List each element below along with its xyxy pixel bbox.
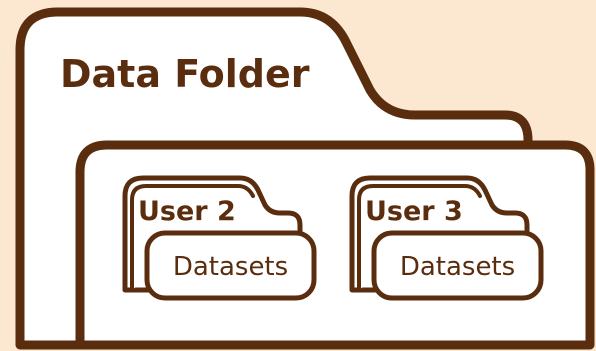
user-label: User 3 xyxy=(365,196,463,227)
user-label: User 2 xyxy=(138,196,236,227)
page-title: Data Folder xyxy=(60,52,310,96)
datasets-label: Datasets xyxy=(173,252,288,282)
data-folder-diagram: Data Folder User 2 Datasets User 3 Datas… xyxy=(15,7,595,350)
datasets-label: Datasets xyxy=(400,252,515,282)
